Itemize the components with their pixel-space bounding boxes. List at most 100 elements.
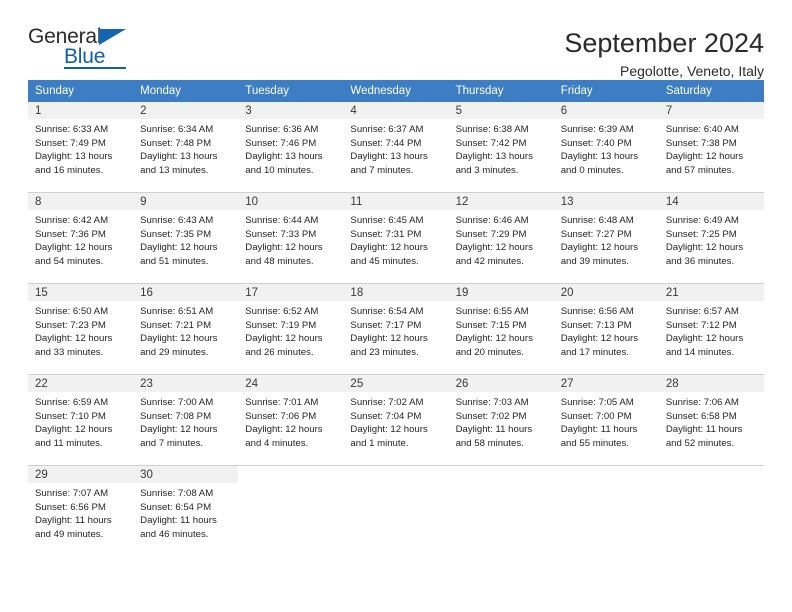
calendar-day-cell[interactable]: 19 Sunrise: 6:55 AM Sunset: 7:15 PM Dayligh… — [448, 283, 554, 375]
detail-daylight-2-text: and 51 minutes. — [140, 255, 209, 267]
detail-sunset-text: Sunset: 7:10 PM — [35, 410, 106, 422]
calendar-day-cell[interactable]: 13 Sunrise: 6:48 AM Sunset: 7:27 PM Dayligh… — [553, 192, 659, 284]
detail-sunset-text: Sunset: 7:48 PM — [140, 137, 212, 149]
logo-underline — [64, 67, 126, 69]
detail-sunset-text: Sunset: 7:08 PM — [140, 410, 212, 422]
calendar-day-cell[interactable]: 10 Sunrise: 6:44 AM Sunset: 7:33 PM Dayligh… — [238, 192, 344, 284]
calendar-day-cell[interactable]: 22 Sunrise: 6:59 AM Sunset: 7:10 PM Dayligh… — [28, 374, 134, 466]
calendar-day-cell[interactable]: 1 Sunrise: 6:33 AM Sunset: 7:49 PM Daylight… — [28, 102, 134, 193]
day-details: Sunrise: 6:52 AM Sunset: 7:19 PM Daylight:… — [238, 301, 343, 359]
day-number: 13 — [553, 193, 659, 210]
day-number — [238, 466, 343, 483]
detail-sunrise-text: Sunrise: 7:06 AM — [665, 397, 739, 408]
calendar-day-cell[interactable]: 4 Sunrise: 6:37 AM Sunset: 7:44 PM Daylight… — [343, 102, 449, 193]
day-details: Sunrise: 6:34 AM Sunset: 7:48 PM Daylight:… — [133, 119, 238, 177]
calendar-day-cell[interactable]: 15 Sunrise: 6:50 AM Sunset: 7:23 PM Dayligh… — [28, 283, 134, 375]
day-number: 24 — [238, 375, 344, 392]
calendar-day-cell[interactable]: 11 Sunrise: 6:45 AM Sunset: 7:31 PM Dayligh… — [343, 192, 449, 284]
day-details: Sunrise: 6:51 AM Sunset: 7:21 PM Daylight:… — [133, 301, 238, 359]
day-details: Sunrise: 6:55 AM Sunset: 7:15 PM Daylight:… — [449, 301, 554, 359]
calendar-week-row: 1 Sunrise: 6:33 AM Sunset: 7:49 PM Daylight… — [28, 102, 764, 193]
detail-sunset-text: Sunset: 7:19 PM — [245, 319, 317, 331]
detail-daylight-2-text: and 42 minutes. — [455, 255, 524, 267]
detail-daylight-2-text: and 29 minutes. — [140, 346, 209, 358]
calendar-day-cell[interactable]: 17 Sunrise: 6:52 AM Sunset: 7:19 PM Dayligh… — [238, 283, 344, 375]
detail-daylight-2-text: and 13 minutes. — [140, 164, 209, 176]
column-header-saturday: Saturday — [658, 80, 764, 102]
calendar-day-cell[interactable]: 3 Sunrise: 6:36 AM Sunset: 7:46 PM Daylight… — [238, 102, 344, 193]
calendar-day-cell[interactable]: 23 Sunrise: 7:00 AM Sunset: 7:08 PM Dayligh… — [133, 374, 239, 466]
column-header-tuesday: Tuesday — [238, 80, 344, 102]
calendar-day-cell[interactable]: 30 Sunrise: 7:08 AM Sunset: 6:54 PM Dayligh… — [133, 465, 239, 556]
detail-daylight-2-text: and 54 minutes. — [35, 255, 104, 267]
calendar-day-cell[interactable]: 27 Sunrise: 7:05 AM Sunset: 7:00 PM Dayligh… — [553, 374, 659, 466]
detail-sunset-text: Sunset: 6:56 PM — [35, 501, 106, 513]
detail-sunset-text: Sunset: 7:02 PM — [455, 410, 527, 422]
day-number: 28 — [658, 375, 764, 392]
day-details: Sunrise: 6:43 AM Sunset: 7:35 PM Daylight:… — [133, 210, 238, 268]
detail-daylight-2-text: and 16 minutes. — [35, 164, 104, 176]
day-number: 4 — [343, 102, 449, 119]
day-number: 6 — [553, 102, 659, 119]
detail-daylight-1-text: Daylight: 12 hours — [455, 242, 533, 254]
calendar-day-cell[interactable]: 21 Sunrise: 6:57 AM Sunset: 7:12 PM Dayligh… — [658, 283, 764, 375]
calendar-week-row: 22 Sunrise: 6:59 AM Sunset: 7:10 PM Dayligh… — [28, 374, 764, 466]
calendar-day-cell[interactable]: 8 Sunrise: 6:42 AM Sunset: 7:36 PM Daylight… — [28, 192, 134, 284]
detail-daylight-1-text: Daylight: 13 hours — [140, 151, 218, 163]
detail-sunrise-text: Sunrise: 6:43 AM — [140, 215, 214, 226]
detail-sunset-text: Sunset: 7:25 PM — [665, 228, 737, 240]
day-details: Sunrise: 6:33 AM Sunset: 7:49 PM Daylight:… — [28, 119, 133, 177]
calendar-day-cell[interactable]: 20 Sunrise: 6:56 AM Sunset: 7:13 PM Dayligh… — [553, 283, 659, 375]
calendar-day-cell[interactable]: 28 Sunrise: 7:06 AM Sunset: 6:58 PM Dayligh… — [658, 374, 764, 466]
day-details: Sunrise: 6:50 AM Sunset: 7:23 PM Daylight:… — [28, 301, 133, 359]
detail-daylight-2-text: and 36 minutes. — [665, 255, 735, 267]
detail-sunset-text: Sunset: 7:36 PM — [35, 228, 106, 240]
day-details: Sunrise: 6:40 AM Sunset: 7:38 PM Daylight:… — [659, 119, 764, 177]
detail-sunrise-text: Sunrise: 7:07 AM — [35, 488, 109, 499]
calendar-day-cell[interactable]: 29 Sunrise: 7:07 AM Sunset: 6:56 PM Dayligh… — [28, 465, 134, 556]
calendar-day-cell[interactable]: 16 Sunrise: 6:51 AM Sunset: 7:21 PM Dayligh… — [133, 283, 239, 375]
day-number: 17 — [238, 284, 344, 301]
detail-sunrise-text: Sunrise: 6:59 AM — [35, 397, 109, 408]
detail-sunrise-text: Sunrise: 6:40 AM — [665, 124, 739, 135]
calendar-day-cell[interactable]: 24 Sunrise: 7:01 AM Sunset: 7:06 PM Dayligh… — [238, 374, 344, 466]
column-header-sunday: Sunday — [28, 80, 134, 102]
day-number: 1 — [28, 102, 134, 119]
calendar-day-cell[interactable]: 14 Sunrise: 6:49 AM Sunset: 7:25 PM Dayligh… — [658, 192, 764, 284]
column-header-wednesday: Wednesday — [343, 80, 449, 102]
day-details: Sunrise: 6:56 AM Sunset: 7:13 PM Daylight:… — [554, 301, 659, 359]
calendar-table: Sunday Monday Tuesday Wednesday Thursday… — [28, 80, 764, 556]
calendar-day-cell[interactable]: 25 Sunrise: 7:02 AM Sunset: 7:04 PM Dayligh… — [343, 374, 449, 466]
detail-sunset-text: Sunset: 7:38 PM — [665, 137, 737, 149]
calendar-day-cell[interactable]: 26 Sunrise: 7:03 AM Sunset: 7:02 PM Dayligh… — [448, 374, 554, 466]
calendar-day-cell[interactable]: 6 Sunrise: 6:39 AM Sunset: 7:40 PM Daylight… — [553, 102, 659, 193]
detail-daylight-1-text: Daylight: 12 hours — [140, 242, 218, 254]
detail-sunrise-text: Sunrise: 6:48 AM — [560, 215, 634, 226]
detail-daylight-1-text: Daylight: 12 hours — [350, 242, 428, 254]
detail-daylight-1-text: Daylight: 12 hours — [245, 424, 323, 436]
detail-sunset-text: Sunset: 7:27 PM — [560, 228, 632, 240]
detail-sunset-text: Sunset: 7:29 PM — [455, 228, 527, 240]
detail-sunset-text: Sunset: 7:40 PM — [560, 137, 632, 149]
detail-sunset-text: Sunset: 7:13 PM — [560, 319, 632, 331]
detail-daylight-2-text: and 26 minutes. — [245, 346, 314, 358]
calendar-week-row: 8 Sunrise: 6:42 AM Sunset: 7:36 PM Daylight… — [28, 192, 764, 284]
day-number: 16 — [133, 284, 239, 301]
calendar-day-cell[interactable]: 2 Sunrise: 6:34 AM Sunset: 7:48 PM Daylight… — [133, 102, 239, 193]
detail-daylight-2-text: and 49 minutes. — [35, 528, 104, 540]
detail-daylight-1-text: Daylight: 13 hours — [245, 151, 323, 163]
calendar-day-cell[interactable]: 9 Sunrise: 6:43 AM Sunset: 7:35 PM Daylight… — [133, 192, 239, 284]
calendar-day-cell[interactable]: 5 Sunrise: 6:38 AM Sunset: 7:42 PM Daylight… — [448, 102, 554, 193]
day-number: 2 — [133, 102, 239, 119]
general-blue-logo[interactable]: General Blue — [28, 26, 148, 76]
detail-sunset-text: Sunset: 7:15 PM — [455, 319, 527, 331]
day-details: Sunrise: 6:46 AM Sunset: 7:29 PM Daylight:… — [449, 210, 554, 268]
detail-sunrise-text: Sunrise: 6:42 AM — [35, 215, 109, 226]
detail-daylight-2-text: and 7 minutes. — [350, 164, 414, 176]
calendar-day-cell[interactable]: 18 Sunrise: 6:54 AM Sunset: 7:17 PM Dayligh… — [343, 283, 449, 375]
calendar-day-cell[interactable]: 7 Sunrise: 6:40 AM Sunset: 7:38 PM Daylight… — [658, 102, 764, 193]
calendar-day-cell[interactable]: 12 Sunrise: 6:46 AM Sunset: 7:29 PM Dayligh… — [448, 192, 554, 284]
day-details: Sunrise: 6:38 AM Sunset: 7:42 PM Daylight:… — [449, 119, 554, 177]
detail-sunrise-text: Sunrise: 6:55 AM — [455, 306, 529, 317]
detail-sunrise-text: Sunrise: 7:08 AM — [140, 488, 214, 499]
